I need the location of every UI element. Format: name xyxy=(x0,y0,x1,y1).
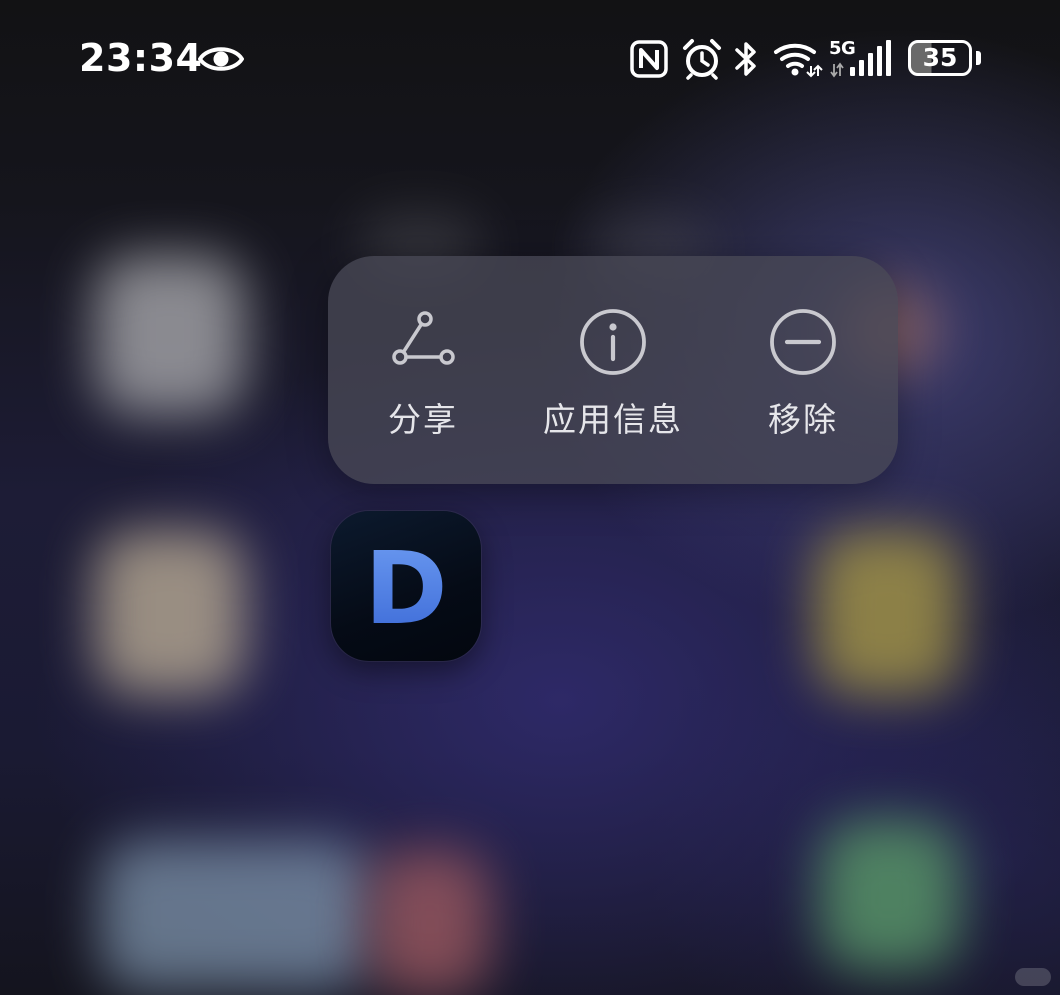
app-logo: D xyxy=(364,530,447,647)
share-icon xyxy=(392,311,455,365)
blurred-app-icon xyxy=(815,530,960,695)
blurred-dock-icons xyxy=(100,840,370,990)
battery-level: 35 xyxy=(922,43,958,72)
info-icon xyxy=(580,309,646,375)
remove-icon xyxy=(770,309,836,375)
eye-icon xyxy=(198,47,244,71)
wifi-icon xyxy=(774,43,823,78)
home-screen-background xyxy=(0,0,1060,995)
blurred-app-icon xyxy=(95,530,245,695)
share-label: 分享 xyxy=(388,400,458,439)
status-time: 23:34 xyxy=(79,36,203,80)
share-button[interactable]: 分享 xyxy=(368,256,478,484)
app-context-menu: 分享 应用信息 移除 xyxy=(328,256,898,484)
app-info-label: 应用信息 xyxy=(543,400,683,439)
signal-icon xyxy=(830,40,891,78)
app-icon-letter: D xyxy=(364,530,447,647)
blurred-app-icon xyxy=(370,850,490,995)
bluetooth-icon xyxy=(735,42,756,76)
status-bar: 23:34 5G 35 xyxy=(0,0,1060,120)
blurred-app-icon xyxy=(95,255,245,415)
remove-button[interactable]: 移除 xyxy=(748,256,858,484)
nfc-icon xyxy=(630,40,668,78)
blurred-app-icon xyxy=(820,820,960,970)
alarm-icon xyxy=(683,39,721,80)
app-icon[interactable]: D xyxy=(331,511,481,661)
battery-tip xyxy=(976,51,981,65)
app-info-button[interactable]: 应用信息 xyxy=(528,256,698,484)
remove-label: 移除 xyxy=(768,400,838,439)
watermark-badge xyxy=(1015,968,1051,986)
